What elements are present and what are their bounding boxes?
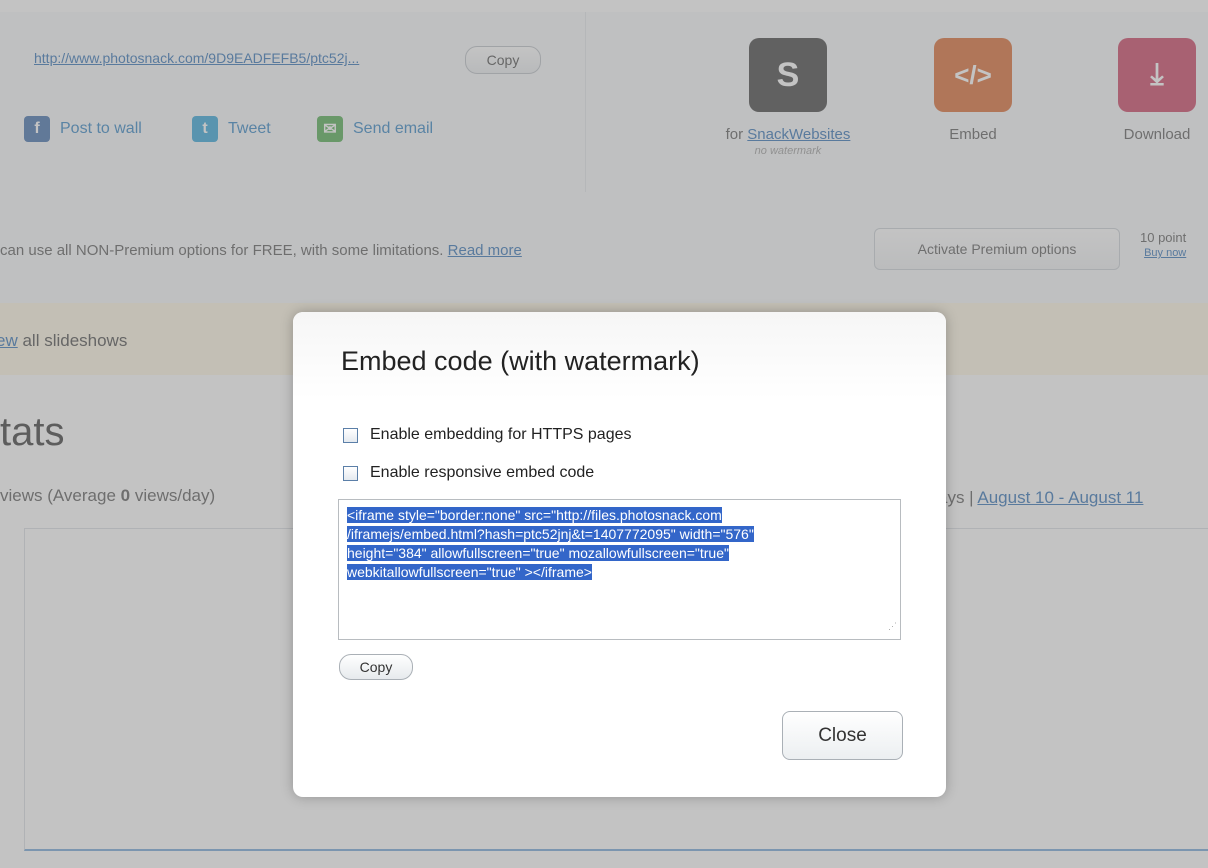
dialog-title: Embed code (with watermark) — [341, 346, 700, 376]
code-line: height="384" allowfullscreen="true" moza… — [347, 545, 729, 561]
https-checkbox[interactable] — [343, 427, 358, 443]
dialog-header: Embed code (with watermark) — [293, 312, 946, 400]
responsive-checkbox[interactable] — [343, 465, 358, 481]
resize-grip-icon[interactable]: ⋰ — [888, 617, 897, 636]
responsive-option-label: Enable responsive embed code — [370, 464, 595, 481]
embed-code-textarea[interactable]: <iframe style="border:none" src="http://… — [338, 499, 901, 640]
https-option-label: Enable embedding for HTTPS pages — [370, 426, 632, 443]
close-button[interactable]: Close — [782, 711, 903, 760]
copy-code-button[interactable]: Copy — [339, 654, 413, 680]
code-line: <iframe style="border:none" src="http://… — [347, 507, 722, 523]
embed-code-dialog: Embed code (with watermark) Enable embed… — [293, 312, 946, 797]
code-line: /iframejs/embed.html?hash=ptc52jnj&t=140… — [347, 526, 754, 542]
https-option[interactable]: Enable embedding for HTTPS pages — [343, 426, 631, 444]
responsive-option[interactable]: Enable responsive embed code — [343, 464, 594, 482]
code-line: webkitallowfullscreen="true" ></iframe> — [347, 564, 592, 580]
